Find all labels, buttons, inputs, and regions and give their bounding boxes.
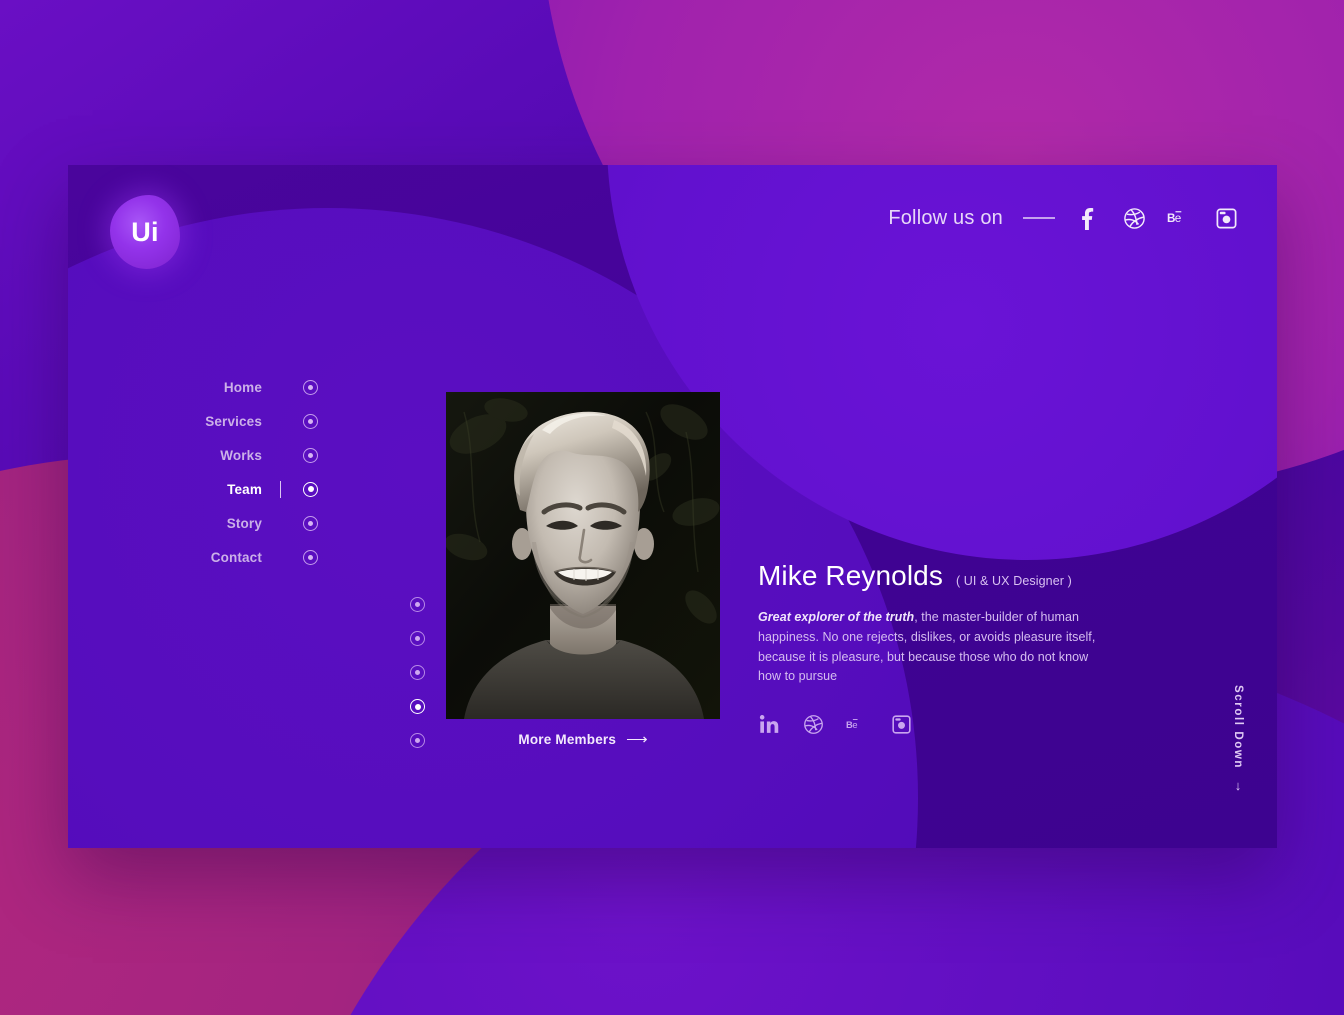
member-photo-frame [446, 392, 720, 719]
arrow-down-icon: ↓ [1234, 778, 1242, 794]
behance-icon[interactable]: B e [846, 713, 868, 735]
slider-dot[interactable] [410, 665, 425, 680]
member-photo [446, 392, 720, 719]
hero-card: Ui Follow us on B e Home Services Works … [68, 165, 1277, 848]
slider-dot[interactable] [410, 597, 425, 612]
svg-text:e: e [1175, 212, 1182, 225]
member-name: Mike Reynolds [758, 560, 943, 591]
slider-pagination [410, 597, 425, 748]
follow-us-bar: Follow us on B e [888, 205, 1239, 231]
slider-dot-active[interactable] [410, 699, 425, 714]
instagram-icon[interactable] [1213, 205, 1239, 231]
slider-dot[interactable] [410, 733, 425, 748]
sidebar-item-label: Works [220, 447, 262, 463]
sidebar-item-works[interactable]: Works [68, 438, 318, 472]
sidebar-item-team[interactable]: Team [68, 472, 318, 506]
sidebar-item-label: Story [226, 515, 262, 531]
sidebar-nav: Home Services Works Team Story Contact [68, 370, 318, 574]
nav-radio-dot-icon[interactable] [303, 447, 318, 463]
active-indicator-bar [280, 379, 281, 396]
more-members-label: More Members [518, 732, 617, 747]
behance-icon[interactable]: B e [1167, 205, 1193, 231]
header-social-icons: B e [1075, 205, 1239, 231]
member-bio-lead: Great explorer of the truth [758, 610, 915, 624]
scroll-down-label: Scroll Down [1232, 685, 1244, 770]
linkedin-icon[interactable] [758, 713, 780, 735]
member-name-row: Mike Reynolds ( UI & UX Designer ) [758, 560, 1158, 592]
nav-radio-dot-icon[interactable] [303, 481, 318, 497]
active-indicator-bar [280, 413, 281, 430]
active-indicator-bar [280, 447, 281, 464]
sidebar-item-label: Home [223, 379, 262, 395]
active-indicator-bar [280, 515, 281, 532]
card-header: Ui Follow us on B e [68, 165, 1277, 295]
slider-dot[interactable] [410, 631, 425, 646]
dribbble-icon[interactable] [802, 713, 824, 735]
active-indicator-bar [280, 480, 281, 498]
sidebar-item-label: Contact [210, 549, 262, 565]
more-members-button[interactable]: More Members ⟶ [446, 732, 720, 747]
active-indicator-bar [280, 549, 281, 566]
arrow-right-icon: ⟶ [626, 731, 648, 748]
sidebar-item-services[interactable]: Services [68, 404, 318, 438]
nav-radio-dot-icon[interactable] [303, 515, 318, 531]
svg-text:e: e [852, 719, 857, 729]
member-role: ( UI & UX Designer ) [955, 574, 1072, 588]
nav-radio-dot-icon[interactable] [303, 379, 318, 395]
instagram-icon[interactable] [890, 713, 912, 735]
sidebar-item-label: Team [227, 481, 262, 497]
scroll-down-indicator[interactable]: Scroll Down ↓ [1232, 685, 1244, 792]
member-bio: Great explorer of the truth, the master-… [758, 608, 1110, 687]
sidebar-item-contact[interactable]: Contact [68, 540, 318, 574]
logo[interactable]: Ui [110, 195, 180, 269]
logo-text: Ui [131, 216, 159, 247]
dribbble-icon[interactable] [1121, 205, 1147, 231]
follow-divider-dash [1023, 217, 1055, 219]
member-profile: Mike Reynolds ( UI & UX Designer ) Great… [758, 560, 1158, 735]
sidebar-item-label: Services [205, 413, 262, 429]
member-social-icons: B e [758, 713, 1158, 735]
nav-radio-dot-icon[interactable] [303, 413, 318, 429]
sidebar-item-story[interactable]: Story [68, 506, 318, 540]
facebook-icon[interactable] [1075, 205, 1101, 231]
follow-us-label: Follow us on [888, 206, 1003, 229]
nav-radio-dot-icon[interactable] [303, 549, 318, 565]
sidebar-item-home[interactable]: Home [68, 370, 318, 404]
